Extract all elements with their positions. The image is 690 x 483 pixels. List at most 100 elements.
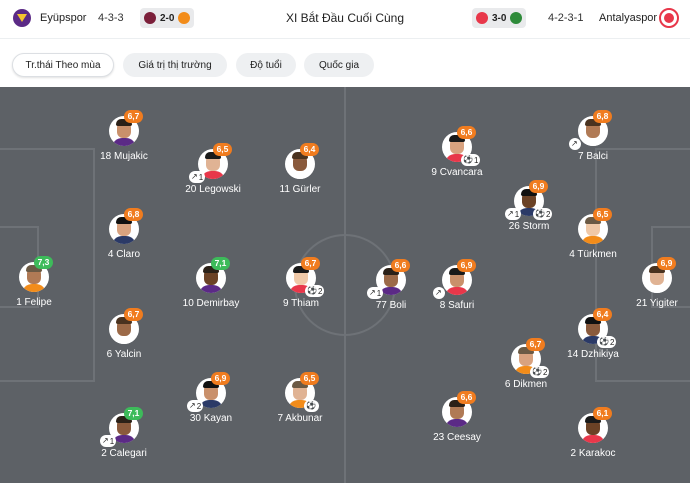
player-rating-badge: 7,1 [124,407,143,420]
player-card[interactable]: 6,6 9 Cvancara ⚽ 1 [412,126,502,192]
badge-count: 1 [198,172,204,182]
player-rating-badge: 6,7 [124,110,143,123]
player-name[interactable]: 6 Dikmen [461,379,591,390]
away-team-name[interactable]: Antalyaspor [599,12,657,24]
boot-icon: ↗ [369,288,376,297]
player-card[interactable]: 6,5 20 Legowski ↗ 1 [168,143,258,209]
ball-icon: ⚽ [535,209,545,218]
goal-badge: ⚽ [304,400,319,412]
player-rating-badge: 6,7 [124,308,143,321]
player-name[interactable]: 23 Ceesay [392,432,522,443]
player-rating-badge: 6,7 [526,338,545,351]
player-name[interactable]: 6 Yalcin [59,349,189,360]
pitch: 6,7 18 Mujakic 6,5 20 Legowski ↗ 1 6,4 11 Gürle… [0,87,690,483]
badge-count: 1 [109,436,115,446]
opponent-logo-icon [510,12,523,24]
player-name[interactable]: 4 Claro [59,249,189,260]
badge-count: 2 [196,401,202,411]
player-card[interactable]: 6,1 2 Karakoc [548,407,638,473]
badge-count: 1 [514,209,520,219]
goal-badge: ⚽ 2 [597,336,617,348]
lineup-page: Eyüpspor 4-3-3 2-0 XI Bắt Đầu Cuối Cùng … [0,0,690,483]
tab-age[interactable]: Độ tuổi [236,53,296,77]
assist-badge: ↗ 1 [367,287,384,299]
player-rating-badge: 6,5 [593,208,612,221]
player-card[interactable]: 6,9 30 Kayan ↗ 2 [166,372,256,438]
opponent-logo-icon [476,12,488,24]
player-rating-badge: 6,9 [211,372,230,385]
player-rating-badge: 6,9 [457,259,476,272]
goal-badge: ⚽ 2 [305,285,325,297]
away-last-result[interactable]: 3-0 [472,8,527,28]
player-rating-badge: 6,6 [457,391,476,404]
ball-icon: ⚽ [307,286,317,295]
player-name[interactable]: 9 Cvancara [392,167,522,178]
assist-badge: ↗ 2 [187,400,204,412]
ball-icon: ⚽ [599,337,609,346]
tab-market-value[interactable]: Giá trị thị trường [123,53,227,77]
lineup-header: Eyüpspor 4-3-3 2-0 XI Bắt Đầu Cuối Cùng … [0,0,690,38]
boot-icon: ↗ [189,401,196,410]
away-formation: 4-2-3-1 [548,12,584,24]
player-rating-badge: 6,9 [529,180,548,193]
assist-badge: ↗ 1 [505,208,522,220]
badge-count: 2 [542,367,548,377]
player-name[interactable]: 7 Akbunar [235,413,365,424]
player-name[interactable]: 1 Felipe [0,297,99,308]
page-title: XI Bắt Đầu Cuối Cùng [285,11,405,25]
player-rating-badge: 6,4 [593,308,612,321]
away-team-logo-icon[interactable] [659,8,679,28]
badge-count: 2 [317,286,323,296]
boot-icon: ↗ [102,436,109,445]
tab-country[interactable]: Quốc gia [304,53,374,77]
ball-icon: ⚽ [306,401,316,410]
boot-icon: ↗ [191,172,198,181]
ball-icon: ⚽ [463,155,473,164]
player-card[interactable]: 6,6 23 Ceesay [412,391,502,457]
player-rating-badge: 6,8 [593,110,612,123]
player-rating-badge: 6,9 [657,257,676,270]
player-card[interactable]: 7,1 2 Calegari ↗ 1 [79,407,169,473]
player-rating-badge: 6,8 [124,208,143,221]
assist-badge: ↗ 1 [100,435,117,447]
player-card[interactable]: 6,4 11 Gürler [255,143,345,209]
player-rating-badge: 6,5 [213,143,232,156]
player-card[interactable]: 6,7 6 Dikmen ⚽ 2 [481,338,571,404]
player-name[interactable]: 4 Türkmen [528,249,658,260]
ball-icon: ⚽ [532,367,542,376]
player-rating-badge: 6,6 [457,126,476,139]
player-name[interactable]: 2 Calegari [59,448,189,459]
player-card[interactable]: 7,1 10 Demirbay [166,257,256,323]
player-card[interactable]: 7,3 1 Felipe [0,256,79,322]
away-last-score: 3-0 [492,12,507,24]
goal-badge: ⚽ 1 [461,154,481,166]
player-name[interactable]: 7 Balci [528,151,658,162]
player-card[interactable]: 6,5 7 Akbunar ⚽ [255,372,345,438]
player-rating-badge: 7,3 [34,256,53,269]
player-card[interactable]: 6,8 7 Balci ↗ [548,110,638,176]
assist-badge: ↗ [569,138,581,150]
badge-count: 1 [376,288,382,298]
boot-icon: ↗ [571,139,578,148]
boot-icon: ↗ [507,209,514,218]
player-card[interactable]: 6,7 9 Thiam ⚽ 2 [256,257,346,323]
player-card[interactable]: 6,7 18 Mujakic [79,110,169,176]
player-card[interactable]: 6,7 6 Yalcin [79,308,169,374]
player-rating-badge: 7,1 [211,257,230,270]
player-name[interactable]: 8 Safuri [392,300,522,311]
boot-icon: ↗ [435,288,442,297]
badge-count: 1 [473,155,479,165]
assist-badge: ↗ [433,287,445,299]
player-name[interactable]: 11 Gürler [235,184,365,195]
tab-season-form[interactable]: Tr.thái Theo mùa [12,53,114,77]
player-card[interactable]: 6,8 4 Claro [79,208,169,274]
assist-badge: ↗ 1 [189,171,206,183]
player-rating-badge: 6,6 [391,259,410,272]
player-rating-badge: 6,7 [301,257,320,270]
player-rating-badge: 6,1 [593,407,612,420]
badge-count: 2 [609,337,615,347]
player-card[interactable]: 6,9 8 Safuri ↗ [412,259,502,325]
player-name[interactable]: 2 Karakoc [528,448,658,459]
player-rating-badge: 6,5 [300,372,319,385]
player-rating-badge: 6,4 [300,143,319,156]
